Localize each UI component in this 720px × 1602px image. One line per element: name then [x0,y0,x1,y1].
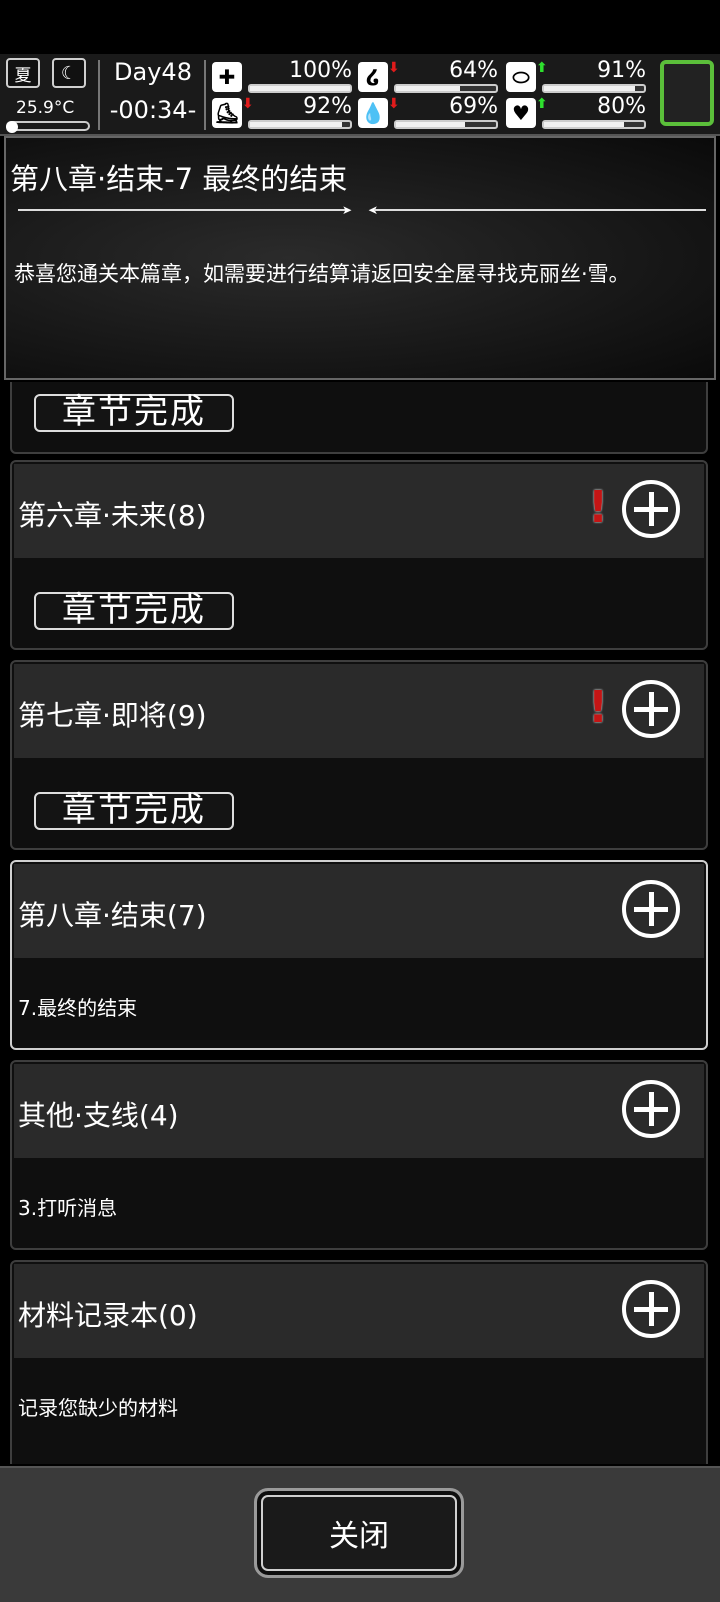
expand-plus-icon[interactable] [622,1280,680,1338]
pill-icon: ⬭ [506,62,536,92]
stat-bar-fill [396,86,460,91]
stat-medicine: ⬭ ⬆ 91% [506,58,646,96]
stat-value: 100% [289,58,352,83]
chapter-card-header[interactable]: 第七章·即将(9) ! [14,664,704,758]
season-label: 夏 [14,65,32,86]
down-arrow-icon: ⬇ [388,96,400,112]
chapter-subtitle: 7.最终的结束 [18,996,138,1020]
stat-value: 91% [597,58,646,83]
down-arrow-icon: ⬇ [388,60,400,76]
close-button-label: 关闭 [329,1519,389,1554]
expand-plus-icon[interactable] [622,680,680,738]
stat-bar [248,120,352,129]
footer-bar: 关闭 [0,1466,720,1602]
heart-icon: ♥ [506,98,536,128]
expand-plus-icon[interactable] [622,880,680,938]
chapter-card[interactable]: 第六章·未来(8) ! 章节完成 [10,460,708,650]
stat-hunger: ໒ ⬇ 64% [358,58,498,96]
chapter-complete-stamp: 章节完成 [34,792,234,830]
chapter-card-header[interactable]: 第六章·未来(8) ! [14,464,704,558]
water-drop-icon: 💧 [358,98,388,128]
divider [204,60,206,130]
up-arrow-icon: ⬆ [536,60,548,76]
crescent-moon-icon: ☾ [52,58,86,88]
stat-bar [394,84,498,93]
chapter-card[interactable]: 材料记录本(0) 记录您缺少的材料 [10,1260,708,1464]
stat-bar [542,84,646,93]
chapter-title: 第八章·结束(7) [18,899,207,932]
expand-plus-icon[interactable] [622,1080,680,1138]
stat-bar-fill [250,86,350,91]
stat-value: 64% [449,58,498,83]
season-badge: 夏 [6,58,40,88]
stat-value: 80% [597,94,646,119]
thermometer-icon [6,121,90,133]
chapter-card-selected[interactable]: 第八章·结束(7) 7.最终的结束 [10,860,708,1050]
temperature-label: 25.9°C [16,98,75,118]
quest-detail-panel: 第八章·结束-7 最终的结束 ➤ ➤ 恭喜您通关本篇章，如需要进行结算请返回安全… [4,136,716,380]
quest-description: 恭喜您通关本篇章，如需要进行结算请返回安全屋寻找克丽丝·雪。 [14,262,630,286]
chapter-complete-stamp: 章节完成 [34,394,234,432]
chapter-title: 其他·支线(4) [18,1099,179,1132]
stat-bar [542,120,646,129]
stat-mood: ♥ ⬆ 80% [506,94,646,132]
stat-thirst: 💧 ⬇ 69% [358,94,498,132]
day-counter: Day48 [114,58,192,86]
expand-plus-icon[interactable] [622,480,680,538]
chapter-card[interactable]: 章节完成 [10,382,708,454]
stat-stamina: ⛸ ⬇ 92% [212,94,352,132]
down-arrow-icon: ⬇ [242,96,254,112]
equipment-slot[interactable] [660,60,714,126]
chapter-subtitle: 3.打听消息 [18,1196,118,1220]
stat-bar-fill [544,122,624,127]
stat-bar [248,84,352,93]
divider [98,60,100,130]
stat-value: 69% [449,94,498,119]
stat-bar-fill [544,86,635,91]
arrow-right-icon: ➤ [342,203,353,217]
chapter-card[interactable]: 其他·支线(4) 3.打听消息 [10,1060,708,1250]
chapter-card-header[interactable]: 材料记录本(0) [14,1264,704,1358]
chapter-complete-stamp: 章节完成 [34,592,234,630]
chapter-card-header[interactable]: 其他·支线(4) [14,1064,704,1158]
stat-bar [394,120,498,129]
stat-bar-fill [250,122,342,127]
clock-label: -00:34- [109,96,197,124]
stat-health: ✚ 100% [212,58,352,96]
divider [374,209,706,211]
alert-icon: ! [588,682,609,733]
status-bar: 夏 ☾ 25.9°C Day48 -00:34- ✚ 100% ໒ ⬇ 64% … [0,54,720,136]
chapter-title: 材料记录本(0) [18,1299,198,1332]
quest-title: 第八章·结束-7 最终的结束 [10,162,348,196]
chapter-card[interactable]: 第七章·即将(9) ! 章节完成 [10,660,708,850]
boot-icon: ⛸ [212,98,242,128]
chapter-title: 第七章·即将(9) [18,699,207,732]
stat-bar-fill [396,122,465,127]
chapter-card-header[interactable]: 第八章·结束(7) [14,864,704,958]
medkit-icon: ✚ [212,62,242,92]
chapter-title: 第六章·未来(8) [18,499,207,532]
close-button[interactable]: 关闭 [254,1488,464,1578]
alert-icon: ! [588,482,609,533]
stat-value: 92% [303,94,352,119]
chapter-list[interactable]: 章节完成 第六章·未来(8) ! 章节完成 第七章·即将(9) ! 章节完成 第… [0,382,720,1464]
chapter-subtitle: 记录您缺少的材料 [18,1396,178,1420]
up-arrow-icon: ⬆ [536,96,548,112]
divider [18,209,348,211]
stomach-icon: ໒ [358,62,388,92]
